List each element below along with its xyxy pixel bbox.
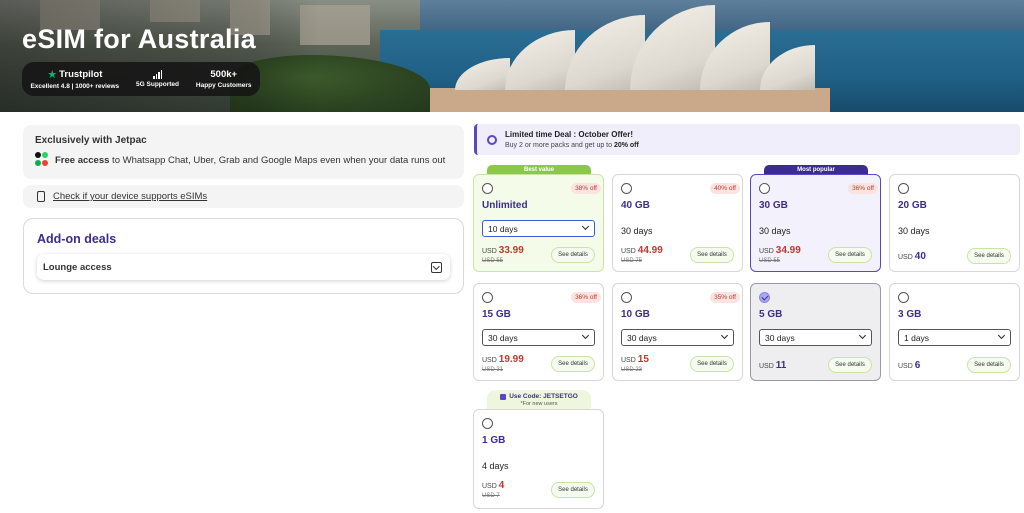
addon-title: Add-on deals	[37, 232, 117, 246]
duration-select[interactable]: 30 days	[621, 329, 734, 346]
discount-badge: 36% off	[848, 183, 878, 194]
see-details-button[interactable]: See details	[828, 247, 872, 263]
plan-card-3gb[interactable]: 3 GB 1 days USD 6 See details	[889, 283, 1020, 381]
hero-banner: eSIM for Australia ★ Trustpilot Excellent…	[0, 0, 1024, 112]
exclusive-title: Exclusively with Jetpac	[35, 135, 147, 146]
see-details-button[interactable]: See details	[551, 356, 595, 372]
device-check-link[interactable]: Check if your device supports eSIMs	[23, 185, 464, 208]
plan-name: 20 GB	[898, 200, 927, 211]
chevron-down-icon	[431, 261, 442, 273]
plan-radio-checked[interactable]	[759, 292, 770, 303]
original-price: USD 75	[621, 258, 643, 264]
price: USD 11	[759, 360, 787, 371]
price: USD 33.99	[482, 245, 524, 256]
plan-name: 15 GB	[482, 309, 511, 320]
plan-radio[interactable]	[898, 183, 909, 194]
plan-radio[interactable]	[482, 292, 493, 303]
duration-select[interactable]: 30 days	[482, 329, 595, 346]
plan-card-unlimited[interactable]: 38% off Unlimited 10 days USD 33.99 USD 5…	[473, 174, 604, 272]
plan-name: 40 GB	[621, 200, 650, 211]
original-price: USD 23	[621, 367, 643, 373]
duration-text: 30 days	[898, 226, 930, 236]
discount-badge: 40% off	[710, 183, 740, 194]
plan-radio[interactable]	[482, 418, 493, 429]
price: USD 19.99	[482, 354, 524, 365]
see-details-button[interactable]: See details	[967, 357, 1011, 373]
plan-card-1gb[interactable]: 1 GB 4 days USD 4 USD 7 See details	[473, 409, 604, 509]
plan-radio[interactable]	[621, 292, 632, 303]
duration-text: 30 days	[759, 226, 791, 236]
gear-icon	[487, 134, 497, 145]
see-details-button[interactable]: See details	[551, 482, 595, 498]
original-price: USD 55	[759, 258, 781, 264]
plan-card-10gb[interactable]: 35% off 10 GB 30 days USD 15 USD 23 See d…	[612, 283, 743, 381]
original-price: USD 7	[482, 493, 500, 499]
price: USD 6	[898, 360, 921, 371]
see-details-button[interactable]: See details	[690, 247, 734, 263]
discount-badge: 38% off	[571, 183, 601, 194]
plan-card-40gb[interactable]: 40% off 40 GB 30 days USD 44.99 USD 75 Se…	[612, 174, 743, 272]
trustpilot-badge[interactable]: ★ Trustpilot Excellent 4.8 | 1000+ review…	[30, 68, 119, 90]
plan-radio[interactable]	[621, 183, 632, 194]
duration-select[interactable]: 10 days	[482, 220, 595, 237]
duration-text: 4 days	[482, 461, 509, 471]
plan-card-30gb[interactable]: 36% off 30 GB 30 days USD 34.99 USD 55 Se…	[750, 174, 881, 272]
price: USD 15	[621, 354, 649, 365]
plan-card-20gb[interactable]: 20 GB 30 days USD 40 See details	[889, 174, 1020, 272]
plan-name: 1 GB	[482, 435, 506, 446]
see-details-button[interactable]: See details	[967, 248, 1011, 264]
addon-deals-panel: Add-on deals Lounge access	[23, 218, 464, 294]
plan-radio[interactable]	[482, 183, 493, 194]
phone-icon	[37, 191, 45, 202]
free-access-text: Free access to Whatsapp Chat, Uber, Grab…	[55, 154, 446, 166]
original-price: USD 55	[482, 258, 504, 264]
see-details-button[interactable]: See details	[551, 247, 595, 263]
promo-code-tag: Use Code: JETSETGO *For new users	[487, 390, 591, 410]
trust-badges: ★ Trustpilot Excellent 4.8 | 1000+ review…	[22, 62, 260, 96]
star-icon: ★	[47, 69, 58, 81]
plan-card-15gb[interactable]: 36% off 15 GB 30 days USD 19.99 USD 31 Se…	[473, 283, 604, 381]
see-details-button[interactable]: See details	[690, 356, 734, 372]
plan-radio[interactable]	[898, 292, 909, 303]
price: USD 40	[898, 251, 926, 262]
duration-select[interactable]: 30 days	[759, 329, 872, 346]
app-icons	[35, 152, 49, 168]
price: USD 4	[482, 480, 505, 491]
page-title: eSIM for Australia	[22, 24, 256, 54]
customers-badge: 500k+ Happy Customers	[195, 69, 252, 89]
signal-icon	[153, 70, 163, 79]
original-price: USD 31	[482, 367, 504, 373]
plan-radio[interactable]	[759, 183, 770, 194]
network-badge: 5G Supported	[136, 70, 179, 88]
discount-badge: 36% off	[571, 292, 601, 303]
plan-name: 30 GB	[759, 200, 788, 211]
plan-name: 10 GB	[621, 309, 650, 320]
plan-name: 5 GB	[759, 309, 783, 320]
price: USD 34.99	[759, 245, 801, 256]
plan-name: Unlimited	[482, 200, 528, 211]
deal-banner: Limited time Deal : October Offer! Buy 2…	[474, 124, 1020, 155]
tag-icon	[500, 393, 507, 400]
duration-text: 30 days	[621, 226, 653, 236]
discount-badge: 35% off	[710, 292, 740, 303]
lounge-access-dropdown[interactable]: Lounge access	[37, 254, 450, 280]
see-details-button[interactable]: See details	[828, 357, 872, 373]
exclusive-panel: Exclusively with Jetpac Free access to W…	[23, 125, 464, 179]
duration-select[interactable]: 1 days	[898, 329, 1011, 346]
price: USD 44.99	[621, 245, 663, 256]
plan-card-5gb[interactable]: 5 GB 30 days USD 11 See details	[750, 283, 881, 381]
plan-name: 3 GB	[898, 309, 922, 320]
